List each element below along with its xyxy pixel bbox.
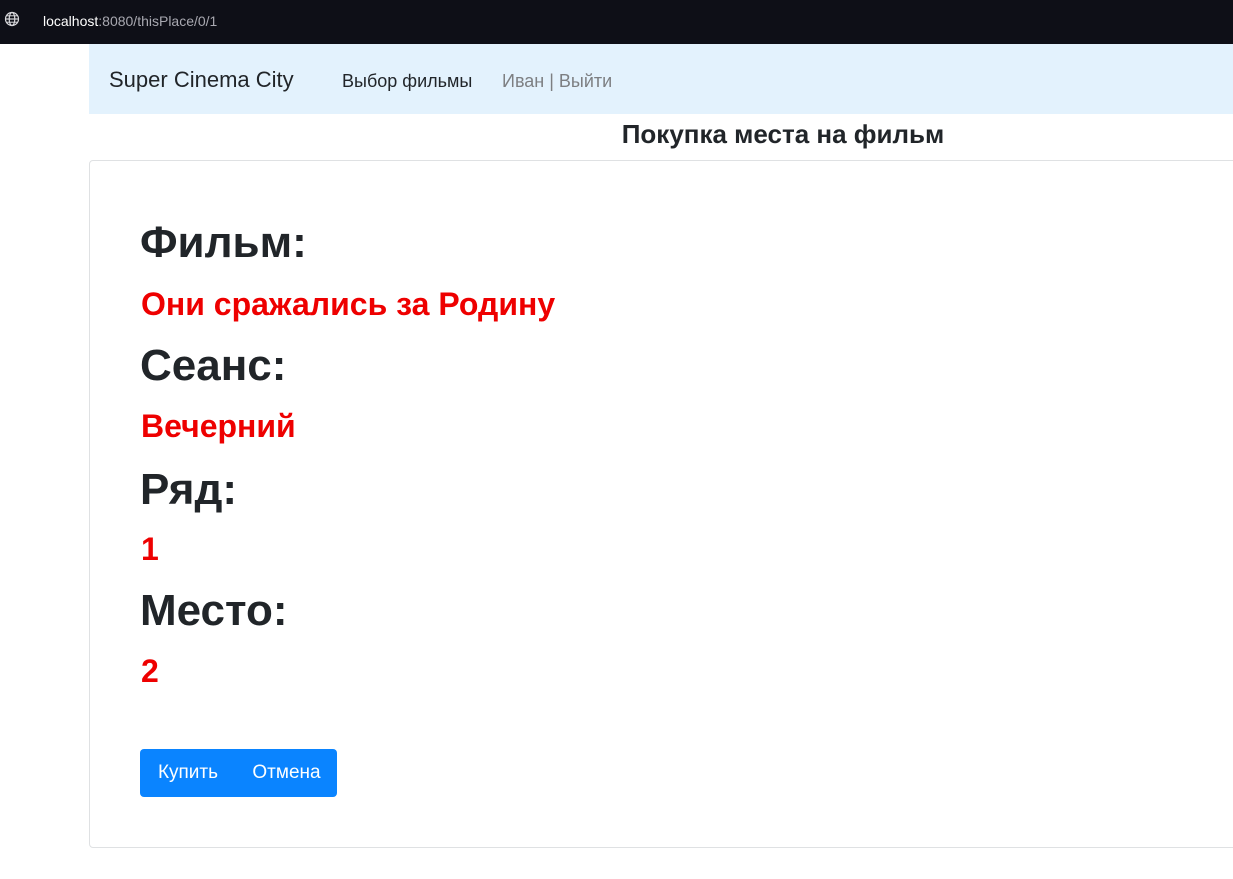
row-value: 1 <box>141 531 159 567</box>
film-label: Фильм: <box>140 218 307 267</box>
url-field[interactable]: localhost:8080/thisPlace/0/1 <box>43 12 217 30</box>
row-label: Ряд: <box>140 465 238 514</box>
film-value: Они сражались за Родину <box>141 286 556 322</box>
place-label: Место: <box>140 586 288 635</box>
url-path: :8080/thisPlace/0/1 <box>98 13 218 29</box>
seance-label: Сеанс: <box>140 341 287 390</box>
cancel-button[interactable]: Отмена <box>236 749 337 797</box>
seance-value: Вечерний <box>141 408 296 444</box>
buy-button[interactable]: Купить <box>140 749 236 797</box>
navbar: Super Cinema City Выбор фильмы Иван | Вы… <box>89 44 1233 114</box>
nav-link-user-logout[interactable]: Иван | Выйти <box>502 69 612 93</box>
url-host: localhost <box>43 13 99 29</box>
globe-icon <box>4 11 20 27</box>
nav-link-movies[interactable]: Выбор фильмы <box>342 69 472 93</box>
browser-address-bar: localhost:8080/thisPlace/0/1 <box>0 0 1233 44</box>
page-title: Покупка места на фильм <box>621 119 945 149</box>
place-value: 2 <box>141 653 159 689</box>
navbar-brand[interactable]: Super Cinema City <box>109 66 294 94</box>
ticket-card: Фильм: Они сражались за Родину Сеанс: Ве… <box>89 160 1233 848</box>
